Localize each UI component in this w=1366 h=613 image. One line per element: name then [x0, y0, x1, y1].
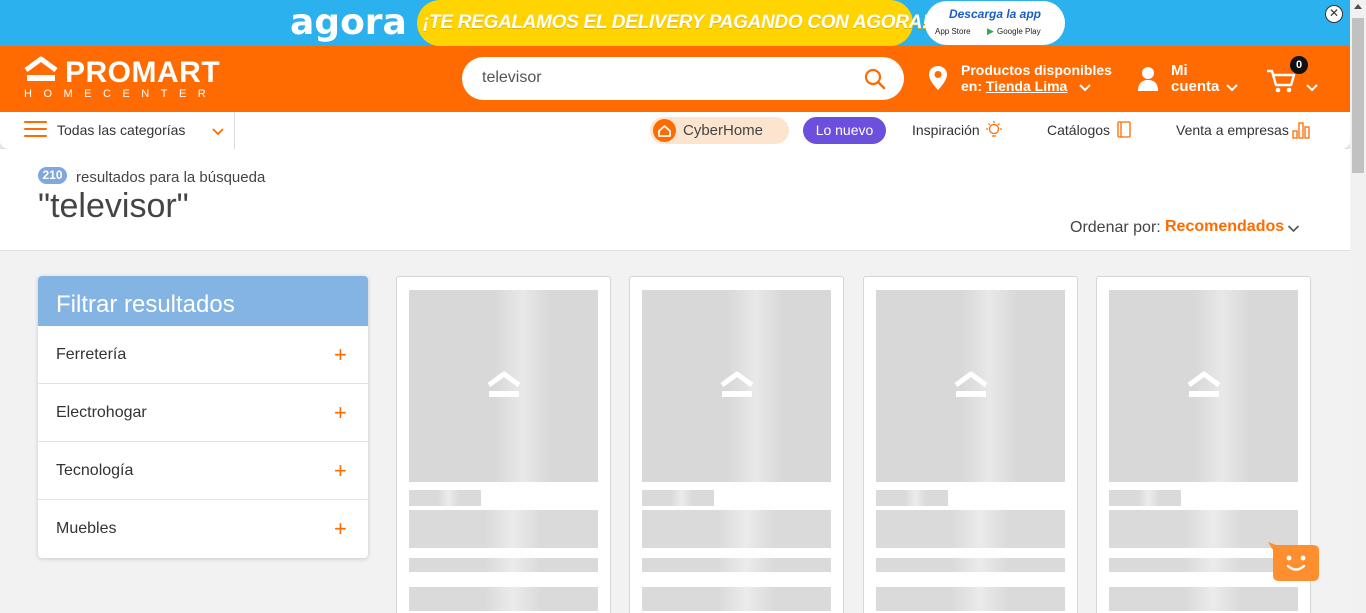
- skeleton-line: [876, 587, 1065, 611]
- skeleton-line: [642, 558, 831, 572]
- skeleton-line: [1109, 587, 1298, 611]
- logo-subtitle: HOMECENTER: [24, 88, 218, 100]
- hamburger-menu-icon: [24, 121, 47, 139]
- account-menu[interactable]: Mi cuenta: [1137, 62, 1247, 98]
- cart-icon: [1267, 69, 1296, 93]
- plus-icon[interactable]: +: [334, 402, 347, 424]
- promo-banner[interactable]: agora ¡TE REGALAMOS EL DELIVERY PAGANDO …: [0, 0, 1350, 46]
- location-pin-icon: [929, 66, 947, 90]
- results-count-badge: 210: [38, 167, 67, 184]
- chatbot-icon[interactable]: [1268, 542, 1319, 581]
- logo-name: PROMART: [65, 56, 221, 89]
- store-name: Tienda Lima: [985, 78, 1068, 94]
- cyberhome-house-icon: [653, 119, 676, 142]
- product-image-placeholder: [642, 290, 831, 482]
- skeleton-line: [642, 490, 714, 506]
- scrollbar-thumb[interactable]: [1352, 18, 1364, 173]
- user-icon: [1138, 67, 1158, 91]
- chevron-down-icon[interactable]: [1287, 222, 1300, 235]
- filter-item-label: Tecnología: [56, 462, 134, 479]
- all-categories-menu[interactable]: Todas las categorías: [0, 112, 235, 149]
- filter-item-ferreteria[interactable]: Ferretería +: [38, 326, 368, 384]
- plus-icon[interactable]: +: [334, 344, 347, 366]
- google-play-label[interactable]: Google Play: [997, 27, 1041, 36]
- catalogs-link[interactable]: Catálogos: [1047, 122, 1110, 138]
- download-app-title: Descarga la app: [948, 7, 1042, 21]
- download-app-badge[interactable]: Descarga la app App Store ▶ Google Play: [925, 1, 1065, 45]
- filter-item-electrohogar[interactable]: Electrohogar +: [38, 384, 368, 442]
- account-line2: cuenta: [1171, 78, 1220, 95]
- promo-message-pill: ¡TE REGALAMOS EL DELIVERY PAGANDO CON AG…: [417, 0, 928, 46]
- search-box[interactable]: [462, 57, 904, 100]
- skeleton-line: [876, 558, 1065, 572]
- sort-label: Ordenar por:: [1070, 219, 1161, 236]
- catalog-book-icon: [1117, 121, 1131, 138]
- page-scrollbar[interactable]: [1350, 0, 1366, 613]
- filter-title: Filtrar resultados: [38, 276, 368, 326]
- product-image-placeholder: [876, 290, 1065, 482]
- lightbulb-icon: [986, 121, 1002, 137]
- skeleton-line: [642, 510, 831, 548]
- location-line1: Productos disponibles: [961, 62, 1112, 78]
- skeleton-line: [409, 510, 598, 548]
- house-placeholder-icon: [1187, 371, 1221, 397]
- location-line2: en: Tienda Lima: [961, 78, 1068, 94]
- sort-dropdown[interactable]: Recomendados: [1165, 218, 1284, 236]
- product-card-skeleton[interactable]: [396, 276, 611, 613]
- house-placeholder-icon: [954, 371, 988, 397]
- filter-item-label: Muebles: [56, 520, 117, 537]
- filter-item-label: Electrohogar: [56, 404, 147, 421]
- inspiration-link[interactable]: Inspiración: [912, 122, 980, 138]
- filter-item-tecnologia[interactable]: Tecnología +: [38, 442, 368, 500]
- app-store-label[interactable]: App Store: [935, 27, 971, 36]
- all-categories-label: Todas las categorías: [57, 122, 186, 138]
- google-play-icon: ▶: [987, 26, 994, 36]
- search-icon[interactable]: [864, 68, 886, 90]
- search-input[interactable]: [482, 67, 852, 89]
- skeleton-line: [1109, 490, 1181, 506]
- bar-chart-icon: [1292, 122, 1310, 139]
- house-placeholder-icon: [720, 371, 754, 397]
- plus-icon[interactable]: +: [334, 518, 347, 540]
- cart-count-badge: 0: [1290, 56, 1308, 74]
- plus-icon[interactable]: +: [334, 460, 347, 482]
- main-header: PROMART HOMECENTER Productos disponibles…: [0, 46, 1350, 112]
- skeleton-line: [409, 490, 481, 506]
- filter-panel: Filtrar resultados Ferretería + Electroh…: [38, 276, 368, 558]
- filter-item-label: Ferretería: [56, 346, 127, 363]
- product-image-placeholder: [1109, 290, 1298, 482]
- skeleton-line: [876, 490, 948, 506]
- agora-logo: agora: [290, 2, 407, 43]
- scroll-up-arrow-icon[interactable]: [1354, 4, 1362, 9]
- cyberhome-label: CyberHome: [683, 122, 764, 139]
- chevron-down-icon: [1226, 84, 1238, 92]
- store-location-selector[interactable]: Productos disponibles en: Tienda Lima: [928, 62, 1118, 98]
- skeleton-line: [409, 558, 598, 572]
- skeleton-line: [409, 587, 598, 611]
- search-query-title: "televisor": [38, 187, 189, 225]
- promo-message: ¡TE REGALAMOS EL DELIVERY PAGANDO CON AG…: [423, 12, 929, 33]
- category-nav-bar: Todas las categorías CyberHome Lo nuevo …: [0, 112, 1350, 149]
- skeleton-line: [876, 510, 1065, 548]
- results-label: resultados para la búsqueda: [76, 169, 266, 186]
- product-image-placeholder: [409, 290, 598, 482]
- results-header: 210 resultados para la búsqueda "televis…: [0, 149, 1350, 251]
- product-card-skeleton[interactable]: [629, 276, 844, 613]
- chevron-down-icon: [1306, 84, 1318, 92]
- business-sales-link[interactable]: Venta a empresas: [1176, 122, 1289, 138]
- chevron-down-icon: [1079, 84, 1091, 92]
- account-line1: Mi: [1171, 62, 1188, 79]
- filter-item-muebles[interactable]: Muebles +: [38, 500, 368, 558]
- close-banner-button[interactable]: ✕: [1325, 5, 1343, 23]
- lo-nuevo-button[interactable]: Lo nuevo: [803, 117, 886, 144]
- house-placeholder-icon: [487, 371, 521, 397]
- cart-button[interactable]: 0: [1266, 56, 1322, 96]
- cyberhome-link[interactable]: CyberHome: [650, 117, 789, 144]
- house-logo-icon: [24, 56, 58, 81]
- skeleton-line: [642, 587, 831, 611]
- chevron-down-icon: [212, 128, 224, 136]
- product-card-skeleton[interactable]: [863, 276, 1078, 613]
